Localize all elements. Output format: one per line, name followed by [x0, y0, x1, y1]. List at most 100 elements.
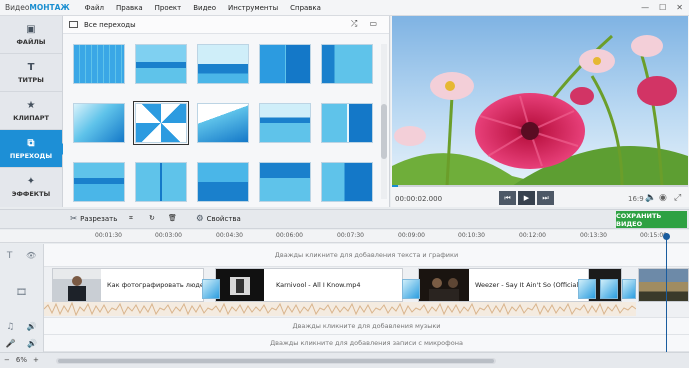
- video-clip-selected[interactable]: [638, 268, 689, 302]
- transition-marker[interactable]: [600, 279, 618, 299]
- prev-frame-button[interactable]: ⏮: [499, 191, 516, 205]
- video-clip[interactable]: Как фотографировать людей.: [52, 268, 204, 302]
- transition-thumb[interactable]: [259, 103, 311, 143]
- cut-button[interactable]: ✂ Разрезать: [70, 214, 117, 224]
- transition-thumb[interactable]: [321, 103, 373, 143]
- sidebar-item-clipart[interactable]: ★ КЛИПАРТ: [0, 92, 62, 130]
- sidebar-item-label: ФАЙЛЫ: [16, 37, 46, 46]
- playhead[interactable]: [663, 233, 670, 353]
- menu-project[interactable]: Проект: [150, 4, 189, 12]
- transition-thumb[interactable]: [73, 162, 125, 202]
- properties-label: Свойства: [206, 215, 241, 223]
- clip-label: Как фотографировать людей.: [107, 281, 204, 289]
- transition-thumb[interactable]: [321, 44, 373, 84]
- minimize-icon[interactable]: —: [641, 3, 649, 12]
- timeline-ruler[interactable]: 00:01:30 00:03:00 00:04:30 00:06:00 00:0…: [0, 230, 689, 243]
- sidebar-item-label: ЭФФЕКТЫ: [11, 190, 51, 198]
- transition-thumb[interactable]: [259, 44, 311, 84]
- sidebar-item-transitions[interactable]: ⧉ ПЕРЕХОДЫ: [0, 130, 68, 168]
- maximize-icon[interactable]: ☐: [659, 3, 666, 12]
- scrollbar-thumb[interactable]: [58, 359, 494, 363]
- sidebar-item-titles[interactable]: T ТИТРЫ: [0, 54, 62, 92]
- zoom-out-button[interactable]: −: [4, 356, 10, 364]
- transition-marker[interactable]: [402, 279, 420, 299]
- transition-thumb[interactable]: [135, 44, 187, 84]
- scissors-icon: ✂: [70, 214, 78, 224]
- gallery-title[interactable]: Все переходы: [84, 21, 136, 29]
- skip-forward-icon: ⏭: [542, 193, 549, 202]
- music-track[interactable]: Дважды кликните для добавления музыки: [44, 318, 689, 335]
- properties-button[interactable]: ⚙ Свойства: [196, 214, 241, 224]
- transition-thumb-selected[interactable]: [133, 101, 189, 145]
- transition-thumb[interactable]: [259, 162, 311, 202]
- transition-grid: [73, 44, 378, 207]
- menu-video[interactable]: Видео: [188, 4, 223, 12]
- video-track-header: 🎞: [0, 267, 44, 318]
- sidebar-item-label: ТИТРЫ: [18, 75, 44, 84]
- scrollbar-thumb[interactable]: [381, 104, 387, 159]
- star-icon: ★: [26, 99, 36, 111]
- menu-file[interactable]: Файл: [80, 4, 111, 12]
- edit-toolbar: ✂ Разрезать ⌗ ↻ 🗑 ⚙ Свойства СОХРАНИТЬ В…: [0, 209, 689, 229]
- snapshot-icon[interactable]: ◉: [659, 193, 667, 203]
- shuffle-icon[interactable]: ⤮: [351, 19, 357, 29]
- music-track-hint: Дважды кликните для добавления музыки: [292, 322, 441, 330]
- speaker-icon[interactable]: 🔊: [27, 322, 37, 331]
- ruler-tick: 00:04:30: [216, 232, 243, 239]
- ruler-tick: 00:07:30: [337, 232, 364, 239]
- volume-icon[interactable]: 🔈: [645, 193, 656, 203]
- preview-progress[interactable]: [392, 185, 688, 187]
- fullscreen-icon[interactable]: ⤢: [674, 193, 681, 203]
- transition-thumb[interactable]: [197, 103, 249, 143]
- gallery-scrollbar[interactable]: [381, 44, 387, 199]
- clip-thumbnail: [419, 269, 469, 301]
- voice-track[interactable]: Дважды кликните для добавления записи с …: [44, 335, 689, 352]
- sidebar-item-effects[interactable]: ✦ ЭФФЕКТЫ: [0, 168, 62, 206]
- crop-icon[interactable]: ⌗: [129, 214, 133, 223]
- preview-image: [392, 16, 688, 186]
- menu-tools[interactable]: Инструменты: [223, 4, 285, 12]
- timeline-scrollbar[interactable]: [56, 358, 496, 364]
- play-button[interactable]: ▶: [518, 191, 535, 205]
- video-clip[interactable]: Weezer - Say It Ain't So (Official Mus: [418, 268, 598, 302]
- gallery-header: Все переходы ⤮ ▭: [63, 16, 389, 34]
- eye-icon[interactable]: 👁: [26, 251, 36, 260]
- text-track[interactable]: Дважды кликните для добавления текста и …: [44, 244, 689, 267]
- zoom-in-button[interactable]: +: [33, 356, 39, 364]
- transition-thumb[interactable]: [73, 44, 125, 84]
- menu-help[interactable]: Справка: [285, 4, 328, 12]
- transition-marker[interactable]: [622, 279, 636, 299]
- menu-bar: ВидеоМОНТАЖ Файл Правка Проект Видео Инс…: [0, 0, 689, 16]
- next-frame-button[interactable]: ⏭: [537, 191, 554, 205]
- aspect-ratio[interactable]: 16:9: [628, 195, 644, 203]
- logo-prefix: Видео: [5, 3, 30, 12]
- save-video-button[interactable]: СОХРАНИТЬ ВИДЕО: [616, 211, 687, 228]
- transitions-gallery: Все переходы ⤮ ▭: [63, 16, 390, 207]
- sidebar-item-label: КЛИПАРТ: [13, 113, 49, 122]
- sidebar: ▣ ФАЙЛЫ T ТИТРЫ ★ КЛИПАРТ ⧉ ПЕРЕХОДЫ ✦ Э…: [0, 16, 68, 207]
- sidebar-item-files[interactable]: ▣ ФАЙЛЫ: [0, 16, 62, 54]
- transition-marker[interactable]: [202, 279, 220, 299]
- voice-track-header: 🎤 🔊: [0, 335, 44, 352]
- speaker-icon[interactable]: 🔊: [27, 339, 37, 348]
- close-icon[interactable]: ✕: [676, 3, 683, 12]
- collection-icon: [69, 21, 78, 28]
- transition-thumb[interactable]: [135, 162, 187, 202]
- transition-thumb[interactable]: [197, 162, 249, 202]
- ruler-tick: 00:09:00: [398, 232, 425, 239]
- menu-edit[interactable]: Правка: [111, 4, 150, 12]
- ruler-tick: 00:10:30: [458, 232, 485, 239]
- clip-thumbnail: [216, 269, 264, 301]
- view-mode-icon[interactable]: ▭: [369, 19, 377, 29]
- transition-marker[interactable]: [578, 279, 596, 299]
- rotate-icon[interactable]: ↻: [149, 214, 155, 222]
- video-clip[interactable]: Karnivool - All I Know.mp4: [215, 268, 403, 302]
- app-logo: ВидеоМОНТАЖ: [0, 3, 80, 12]
- ruler-tick: 00:12:00: [519, 232, 546, 239]
- transition-thumb[interactable]: [197, 44, 249, 84]
- cut-label: Разрезать: [80, 215, 118, 223]
- microphone-icon: 🎤: [5, 339, 16, 348]
- transition-thumb[interactable]: [73, 103, 125, 143]
- transition-thumb[interactable]: [321, 162, 373, 202]
- trash-icon[interactable]: 🗑: [168, 214, 177, 222]
